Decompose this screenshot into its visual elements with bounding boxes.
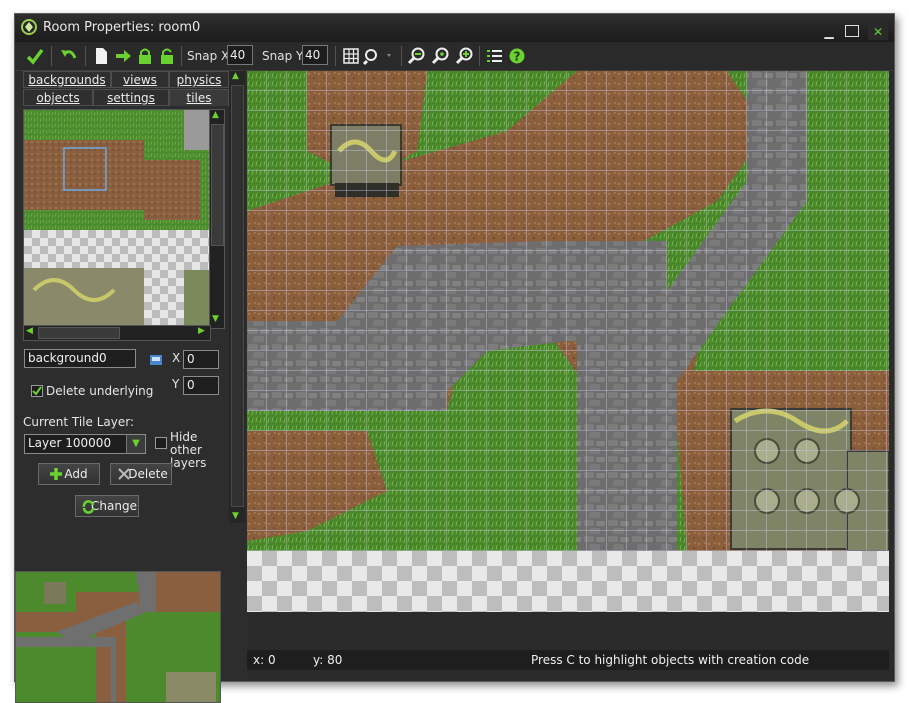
add-label: Add [64,467,88,481]
y-label: Y [172,377,180,391]
undo-icon[interactable] [59,46,79,66]
x-input[interactable]: 0 [183,350,219,369]
scroll-right-icon[interactable]: ▶ [198,326,205,336]
chevron-down-icon[interactable]: ▼ [126,435,145,453]
title-bar[interactable]: Room Properties: room0 ▁ ✕ [15,14,894,42]
status-x: x: 0 [253,653,276,667]
tab-strip: backgrounds views physics objects settin… [23,71,229,107]
zoom-out-icon[interactable] [407,46,427,66]
ok-checkmark-icon[interactable] [25,46,45,66]
hide-other-layers-checkbox[interactable] [155,437,167,449]
cross-icon [118,468,130,480]
hscroll-thumb[interactable] [38,327,120,339]
delete-underlying-label: Delete underlying [46,384,154,398]
gamemaker-logo-icon [21,19,37,35]
left-panel: backgrounds views physics objects settin… [15,71,247,703]
delete-label: Delete [128,467,168,481]
scroll-thumb[interactable] [211,124,224,246]
new-file-icon[interactable] [91,46,111,66]
tileset-preview[interactable] [23,109,217,329]
room-minimap[interactable] [15,571,221,703]
help-icon[interactable]: ? [507,46,527,66]
hide-other-layers-label: Hide other layers [170,430,207,470]
svg-text:?: ? [514,50,521,64]
unlock-icon[interactable] [157,46,177,66]
grid-toggle-icon[interactable] [341,46,361,66]
status-bar: x: 0 y: 80 Press C to highlight objects … [247,650,889,670]
x-label: X [172,351,181,365]
add-button[interactable]: Add [38,463,100,485]
preview-horizontal-scrollbar[interactable]: ◀ ▶ [23,325,211,341]
delete-button[interactable]: Delete [110,463,172,485]
tab-objects[interactable]: objects [23,89,93,106]
maximize-icon[interactable] [845,25,859,37]
scroll-down-icon[interactable]: ▼ [212,314,219,324]
change-button[interactable]: Change [75,495,139,517]
canvas-right-edge [889,71,893,651]
tab-views[interactable]: views [111,71,169,88]
minimize-icon[interactable]: ▁ [819,24,839,40]
refresh-icon [82,500,95,514]
tile-layer-select[interactable]: Layer 100000 ▼ [24,434,146,454]
lock-icon[interactable] [135,46,155,66]
splitter-down-icon[interactable]: ▼ [232,511,239,521]
room-editor-view[interactable] [247,71,889,612]
zoom-reset-icon[interactable] [431,46,451,66]
zoom-in-icon[interactable] [455,46,475,66]
snap-y-label: Snap Y: [262,49,306,63]
status-y: y: 80 [313,653,343,667]
delete-underlying-checkbox[interactable] [31,385,43,397]
scroll-up-icon[interactable]: ▲ [212,110,219,120]
tab-backgrounds[interactable]: backgrounds [23,71,111,88]
list-icon[interactable] [485,46,505,66]
tileset-image[interactable] [24,110,216,328]
shift-arrow-icon[interactable] [113,46,133,66]
background-name-field[interactable]: background0 [24,349,136,368]
tab-settings[interactable]: settings [93,89,169,106]
y-input[interactable]: 0 [183,376,219,395]
zoom-dropdown-icon[interactable] [363,46,395,66]
room-canvas[interactable] [247,71,889,612]
checkmark-icon [32,386,42,396]
status-message: Press C to highlight objects with creati… [531,653,810,667]
splitter-track[interactable] [231,85,244,507]
snap-y-input[interactable]: 40 [302,45,328,65]
toolbar: Snap X: 40 Snap Y: 40 ? [15,42,894,71]
panel-splitter[interactable]: ▲ ▼ [229,71,245,523]
close-icon[interactable]: ✕ [868,24,888,40]
splitter-up-icon[interactable]: ▲ [232,71,239,81]
room-properties-window: Room Properties: room0 ▁ ✕ Snap X: 40 Sn… [14,13,895,703]
minimap-image[interactable] [16,572,220,702]
window-title: Room Properties: room0 [43,20,201,35]
snap-x-input[interactable]: 40 [227,45,253,65]
tile-layer-value: Layer 100000 [28,436,112,450]
preview-vertical-scrollbar[interactable]: ▲ ▼ [209,109,225,329]
select-background-icon[interactable] [148,352,164,368]
current-tile-layer-label: Current Tile Layer: [23,415,134,429]
tab-physics[interactable]: physics [169,71,229,88]
change-label: Change [91,499,137,513]
tab-tiles[interactable]: tiles [169,89,229,106]
plus-icon [50,468,62,480]
scroll-left-icon[interactable]: ◀ [26,326,33,336]
